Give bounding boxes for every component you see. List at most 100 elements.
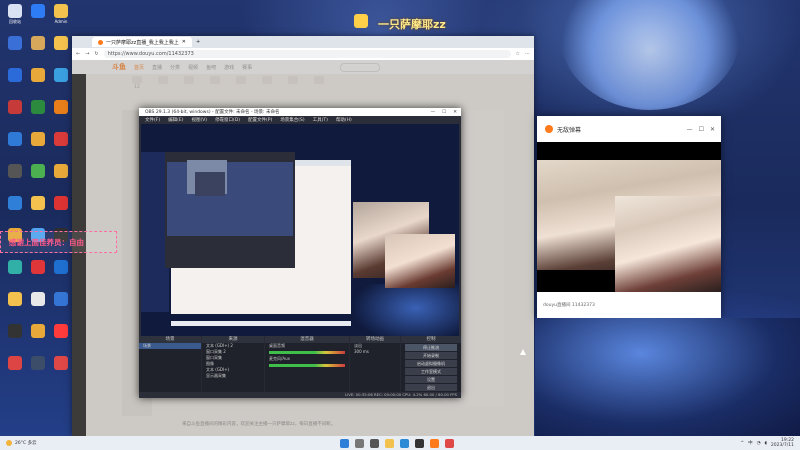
desktop-app-icon: [54, 292, 68, 306]
favorite-star-icon[interactable]: ☆: [516, 51, 520, 57]
desktop-icon[interactable]: [50, 324, 72, 339]
menu-file[interactable]: 文件(F): [145, 117, 160, 123]
browser-menu-icon[interactable]: ⋯: [525, 51, 530, 57]
address-bar-text: https://www.douyu.com/11432373: [107, 51, 194, 57]
desktop-app-icon: [54, 164, 68, 178]
desktop-icon[interactable]: 回收站: [4, 4, 26, 25]
scene-item[interactable]: 场景: [139, 343, 201, 349]
back-icon[interactable]: ←: [76, 51, 80, 57]
obs-menu-bar: 文件(F) 编辑(E) 视图(V) 停靠窗口(D) 配置文件(P) 场景集合(S…: [139, 116, 461, 123]
desktop-icon[interactable]: [4, 356, 26, 371]
preview-video-frame-2: [385, 234, 455, 288]
desktop-icon[interactable]: [50, 132, 72, 147]
desktop-icon[interactable]: [50, 36, 72, 51]
desktop-icon[interactable]: [50, 356, 72, 371]
stream-video[interactable]: [537, 142, 721, 292]
desktop-icon[interactable]: [27, 4, 49, 19]
app-taskbar-icon[interactable]: [445, 438, 454, 448]
desktop-icon[interactable]: [27, 260, 49, 275]
desktop-icon[interactable]: [50, 164, 72, 179]
tab-close-icon[interactable]: ✕: [182, 39, 186, 45]
obs-preview-canvas[interactable]: [141, 124, 459, 344]
desktop-icon[interactable]: [27, 292, 49, 307]
popup-minimize-icon[interactable]: —: [687, 126, 693, 133]
banner-sticker-icon: [354, 14, 368, 28]
desktop-icon[interactable]: [50, 196, 72, 211]
preview-obs-canvas: [167, 162, 293, 236]
menu-scene-collection[interactable]: 场景集合(S): [280, 117, 304, 123]
task-view-icon[interactable]: [370, 438, 379, 448]
desktop-icon[interactable]: [4, 132, 26, 147]
obs-window[interactable]: OBS 29.1.3 (64-bit, windows) - 配置文件: 未命名…: [139, 108, 461, 398]
desktop-icon[interactable]: [4, 260, 26, 275]
exit-button[interactable]: 退出: [405, 384, 457, 391]
scenes-dock-header: 场景: [139, 336, 201, 343]
start-recording-button[interactable]: 开始录制: [405, 352, 457, 359]
start-icon[interactable]: [340, 438, 349, 448]
virtual-camera-button[interactable]: 启动虚拟摄像机: [405, 360, 457, 367]
weather-widget[interactable]: 26°C 多云: [0, 440, 37, 446]
desktop-app-icon: [31, 292, 45, 306]
volume-meter[interactable]: [269, 364, 345, 367]
desktop-icon[interactable]: [27, 36, 49, 51]
menu-help[interactable]: 帮助(H): [336, 117, 352, 123]
transition-duration[interactable]: 300 ms: [350, 349, 400, 355]
address-bar[interactable]: https://www.douyu.com/11432373: [103, 50, 511, 58]
desktop-icon[interactable]: [27, 68, 49, 83]
douyu-taskbar-icon[interactable]: [430, 438, 439, 448]
file-explorer-icon[interactable]: [385, 438, 394, 448]
edge-icon[interactable]: [400, 438, 409, 448]
tray-chevron-icon[interactable]: ^: [740, 441, 744, 446]
refresh-icon[interactable]: ↻: [94, 51, 98, 57]
close-icon[interactable]: ✕: [453, 110, 457, 115]
desktop-icon[interactable]: [27, 356, 49, 371]
desktop-icon[interactable]: [27, 196, 49, 211]
desktop-icon[interactable]: [4, 36, 26, 51]
desktop-app-icon: [8, 36, 22, 50]
desktop-app-icon: [31, 196, 45, 210]
desktop-icon[interactable]: [27, 100, 49, 115]
desktop-icon[interactable]: [50, 292, 72, 307]
menu-tools[interactable]: 工具(T): [313, 117, 328, 123]
studio-mode-button[interactable]: 工作室模式: [405, 368, 457, 375]
controls-dock: 控制 停止推流 开始录制 启动虚拟摄像机 工作室模式 设置 退出: [401, 336, 461, 398]
desktop-icon[interactable]: [4, 196, 26, 211]
source-item[interactable]: 显示器采集: [202, 373, 264, 379]
wifi-icon[interactable]: ◔: [757, 441, 761, 446]
browser-tab[interactable]: 一只萨摩耶zz直播_我上我上我上 ✕: [92, 37, 192, 47]
menu-docks[interactable]: 停靠窗口(D): [215, 117, 240, 123]
menu-profile[interactable]: 配置文件(P): [248, 117, 272, 123]
danmaku-popup-window[interactable]: 无敌弹幕 — ☐ ✕ douyu直播间 11432373: [537, 116, 721, 318]
forward-icon[interactable]: →: [85, 51, 89, 57]
volume-meter[interactable]: [269, 351, 345, 354]
desktop-icon[interactable]: [27, 132, 49, 147]
douyu-side-rail: [72, 74, 86, 436]
obs-taskbar-icon[interactable]: [415, 438, 424, 448]
desktop-icon[interactable]: [50, 68, 72, 83]
desktop-icon[interactable]: [4, 292, 26, 307]
streamer-name-banner: 一只萨摩耶zz: [378, 18, 446, 31]
popup-close-icon[interactable]: ✕: [710, 126, 715, 133]
desktop-icon[interactable]: [50, 260, 72, 275]
desktop-icon[interactable]: Admin: [50, 4, 72, 24]
stop-streaming-button[interactable]: 停止推流: [405, 344, 457, 351]
volume-icon[interactable]: ◖: [765, 441, 767, 446]
menu-edit[interactable]: 编辑(E): [168, 117, 183, 123]
desktop-icon[interactable]: [27, 164, 49, 179]
controls-header: 控制: [401, 336, 461, 343]
menu-view[interactable]: 视图(V): [191, 117, 207, 123]
minimize-icon[interactable]: —: [431, 110, 436, 115]
desktop-icon[interactable]: [50, 100, 72, 115]
desktop-icon[interactable]: [4, 68, 26, 83]
desktop-icon[interactable]: [27, 324, 49, 339]
search-icon[interactable]: [355, 438, 364, 448]
popup-maximize-icon[interactable]: ☐: [699, 126, 704, 133]
maximize-icon[interactable]: ☐: [442, 110, 446, 115]
desktop-icon[interactable]: [4, 164, 26, 179]
settings-button[interactable]: 设置: [405, 376, 457, 383]
new-tab-icon[interactable]: +: [196, 39, 200, 45]
clock[interactable]: 19:22 2023/7/11: [771, 438, 794, 448]
desktop-icon[interactable]: [4, 100, 26, 115]
input-language[interactable]: 中: [748, 440, 753, 446]
desktop-icon[interactable]: [4, 324, 26, 339]
